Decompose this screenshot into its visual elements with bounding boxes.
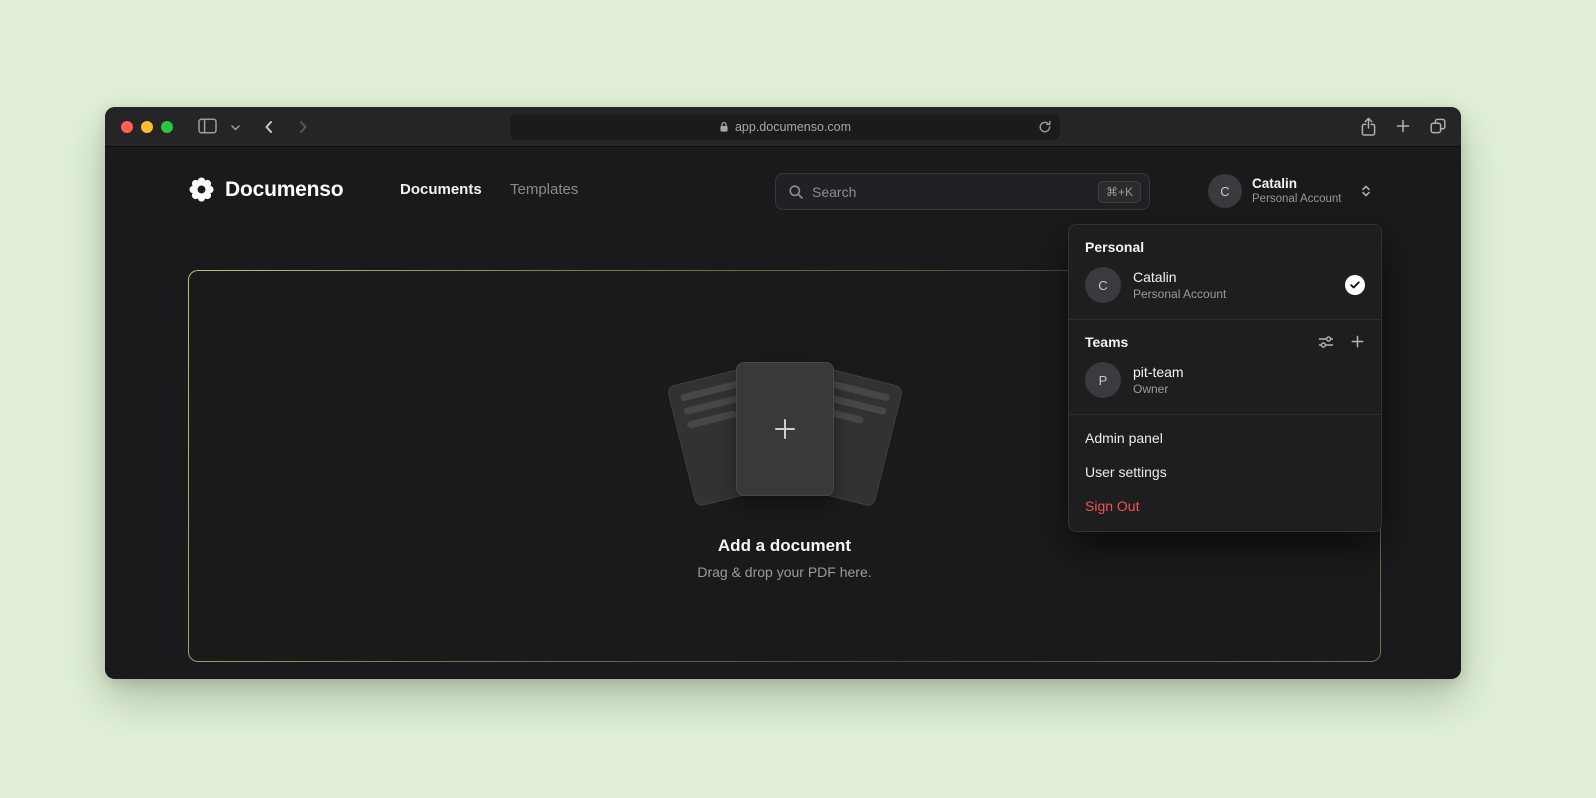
menu-item-user-settings[interactable]: User settings [1069, 455, 1381, 489]
menu-item-sign-out[interactable]: Sign Out [1069, 489, 1381, 523]
personal-name: Catalin [1133, 269, 1226, 285]
menu-item-personal-account[interactable]: C Catalin Personal Account [1069, 261, 1381, 311]
dropzone-title: Add a document [718, 536, 851, 556]
menu-section-personal: Personal C Catalin Personal Account [1069, 225, 1381, 319]
menu-item-admin-panel[interactable]: Admin panel [1069, 421, 1381, 455]
manage-teams-icon[interactable] [1318, 334, 1334, 350]
menu-section-teams: Teams [1069, 319, 1381, 414]
chevron-up-down-icon [1360, 183, 1372, 199]
zoom-button[interactable] [161, 121, 173, 133]
share-icon[interactable] [1360, 117, 1377, 137]
personal-label: Personal [1085, 239, 1144, 255]
account-menu-trigger[interactable]: C Catalin Personal Account [1208, 174, 1372, 208]
browser-titlebar: app.documenso.com [105, 107, 1461, 147]
check-circle-icon [1345, 275, 1365, 295]
search-box[interactable]: ⌘+K [775, 173, 1150, 210]
avatar: C [1085, 267, 1121, 303]
add-team-icon[interactable] [1350, 334, 1365, 350]
brand-name: Documenso [225, 178, 343, 202]
nav-documents[interactable]: Documents [400, 181, 482, 198]
search-shortcut-badge: ⌘+K [1098, 181, 1141, 203]
search-input[interactable] [812, 184, 1090, 200]
traffic-lights [121, 121, 173, 133]
browser-window: app.documenso.com [105, 107, 1461, 679]
document-card-center [736, 362, 834, 496]
personal-subtitle: Personal Account [1133, 287, 1226, 301]
search-icon [788, 184, 804, 200]
minimize-button[interactable] [141, 121, 153, 133]
documenso-logo-icon [188, 176, 215, 203]
documents-illustration [650, 352, 920, 512]
back-icon[interactable] [263, 120, 273, 134]
menu-item-team-pit-team[interactable]: P pit-team Owner [1069, 356, 1381, 406]
url-text: app.documenso.com [735, 120, 851, 134]
account-subtitle: Personal Account [1252, 192, 1342, 206]
team-name: pit-team [1133, 364, 1184, 380]
address-bar[interactable]: app.documenso.com [510, 114, 1060, 140]
forward-icon[interactable] [299, 120, 309, 134]
menu-section-actions: Admin panel User settings Sign Out [1069, 414, 1381, 531]
app-content: Documenso Documents Templates ⌘+K C Cata… [105, 147, 1461, 678]
lock-icon [719, 121, 729, 133]
titlebar-right-actions [1360, 117, 1447, 137]
reload-icon[interactable] [1038, 120, 1052, 134]
avatar: C [1208, 174, 1242, 208]
tab-overview-icon[interactable] [1429, 117, 1447, 137]
nav-templates[interactable]: Templates [510, 181, 578, 198]
account-menu: Personal C Catalin Personal Account [1068, 224, 1382, 532]
plus-icon [770, 414, 800, 444]
chevron-down-icon[interactable] [231, 125, 240, 131]
team-role: Owner [1133, 382, 1184, 396]
sidebar-toggle-icon[interactable] [198, 118, 217, 134]
close-button[interactable] [121, 121, 133, 133]
new-tab-icon[interactable] [1395, 117, 1411, 137]
avatar: P [1085, 362, 1121, 398]
dropzone-subtitle: Drag & drop your PDF here. [697, 564, 871, 580]
brand[interactable]: Documenso [188, 176, 343, 203]
teams-label: Teams [1085, 334, 1128, 350]
account-name: Catalin [1252, 176, 1342, 192]
